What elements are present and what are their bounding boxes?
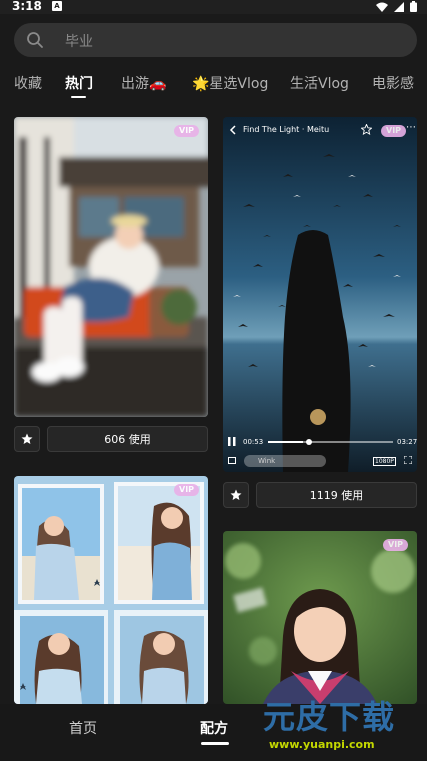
star-icon <box>21 433 33 444</box>
progress-track[interactable] <box>268 439 393 445</box>
use-template-button[interactable]: 1119 使用 <box>256 482 417 508</box>
search-placeholder: 毕业 <box>65 34 93 50</box>
notification-a-icon: A <box>52 1 62 11</box>
nav-recipe[interactable]: 配方 <box>200 718 228 738</box>
caption-icon[interactable] <box>228 457 236 464</box>
use-count-label: 1119 使用 <box>309 489 364 502</box>
template-thumbnail-image <box>14 117 208 417</box>
watermark: 元皮下载 www.yuanpi.com <box>255 692 427 761</box>
watermark-logo: 元皮下载 <box>263 698 396 736</box>
search-input[interactable]: 毕业 <box>14 23 417 57</box>
search-icon <box>27 32 43 48</box>
favorite-button[interactable] <box>223 482 249 508</box>
wifi-icon <box>376 2 388 12</box>
vip-badge: VIP <box>383 539 409 551</box>
tab-travel[interactable]: 出游🚗 <box>121 73 166 93</box>
progress-handle[interactable] <box>305 439 312 445</box>
nav-home[interactable]: 首页 <box>69 718 97 738</box>
active-nav-indicator <box>201 742 229 745</box>
template-card-2[interactable]: Find The Light · Meitu VIP ⋯ 00:53 03:27… <box>223 117 417 472</box>
template-card-3[interactable]: VIP <box>14 476 208 704</box>
use-count-label: 606 使用 <box>104 433 151 446</box>
current-time: 00:53 <box>243 438 264 446</box>
tab-life-vlog[interactable]: 生活Vlog <box>290 73 349 93</box>
template-card-4[interactable]: VIP <box>223 531 417 704</box>
star-outline-icon <box>361 124 372 135</box>
wink-label: Wink <box>258 457 276 465</box>
quality-badge[interactable]: 1080P <box>373 457 396 466</box>
template-thumbnail-image <box>14 476 208 704</box>
tab-favorites[interactable]: 收藏 <box>14 73 42 93</box>
more-icon[interactable]: ⋯ <box>406 122 416 133</box>
vip-badge: VIP <box>381 125 407 137</box>
progress-fill <box>268 441 303 443</box>
back-arrow-icon <box>229 125 236 135</box>
total-time: 03:27 <box>397 438 417 446</box>
pause-icon[interactable] <box>228 437 236 446</box>
template-thumbnail-image <box>223 531 417 704</box>
status-icons <box>376 1 417 12</box>
star-icon <box>230 489 242 500</box>
watermark-url: www.yuanpi.com <box>269 738 375 751</box>
use-template-button[interactable]: 606 使用 <box>47 426 208 452</box>
status-bar: 3:18 A <box>0 0 427 14</box>
vip-badge: VIP <box>174 484 200 496</box>
status-time: 3:18 <box>12 0 42 13</box>
tab-featured-vlog[interactable]: 🌟星选Vlog <box>192 73 268 93</box>
tab-popular[interactable]: 热门 <box>65 73 93 93</box>
signal-icon <box>394 1 404 12</box>
wink-pill: Wink <box>244 455 326 467</box>
song-title: Find The Light · Meitu <box>243 125 330 134</box>
template-card-1[interactable]: VIP <box>14 117 208 417</box>
vip-badge: VIP <box>174 125 200 137</box>
fullscreen-icon[interactable] <box>404 456 412 464</box>
favorite-button[interactable] <box>14 426 40 452</box>
video-preview-image <box>223 117 417 472</box>
battery-icon <box>410 1 417 12</box>
active-tab-indicator <box>71 96 86 98</box>
category-tabs: 收藏 热门 出游🚗 🌟星选Vlog 生活Vlog 电影感 <box>0 70 427 98</box>
tab-cinematic[interactable]: 电影感 <box>372 73 414 93</box>
